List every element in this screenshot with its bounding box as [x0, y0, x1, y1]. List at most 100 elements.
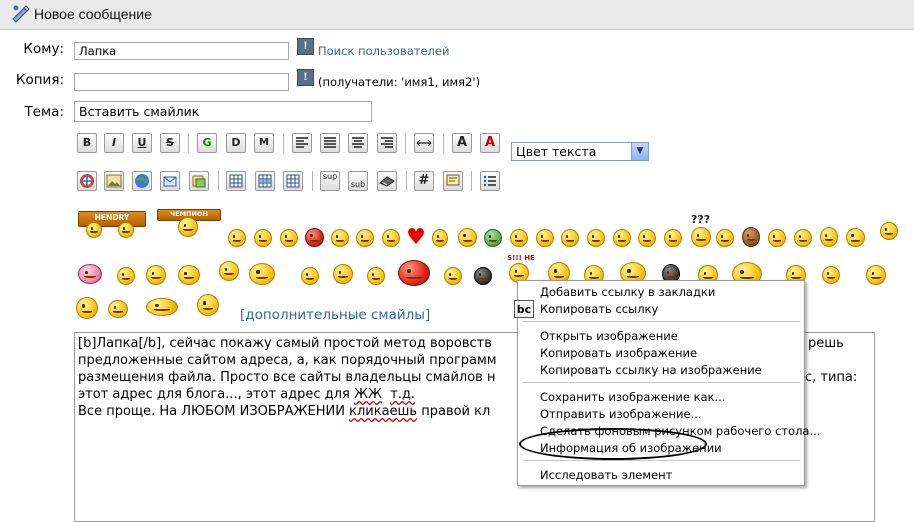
note-button[interactable] [443, 171, 463, 191]
menu-send-image[interactable]: Отправить изображение... [540, 407, 702, 421]
menu-save-image[interactable]: Сохранить изображение как... [540, 390, 725, 404]
smiley-icon[interactable] [866, 265, 886, 285]
code-button[interactable] [377, 171, 397, 191]
smiley-icon[interactable] [613, 229, 631, 247]
insert-flash-button[interactable] [77, 171, 97, 191]
menu-inspect-element[interactable]: Исследовать элемент [540, 468, 672, 482]
menu-copy-link[interactable]: Копировать ссылку [540, 302, 658, 316]
table-button[interactable] [226, 171, 246, 191]
smiley-icon[interactable] [458, 228, 477, 247]
smiley-icon[interactable] [178, 217, 198, 237]
m-button[interactable]: M [254, 133, 274, 153]
smiley-icon[interactable] [219, 261, 239, 281]
smiley-icon[interactable] [587, 229, 605, 247]
smiley-icon[interactable] [146, 265, 166, 285]
horizontal-rule-button[interactable] [414, 133, 434, 153]
g-button[interactable]: G [197, 133, 217, 153]
smiley-icon[interactable] [178, 265, 200, 285]
smiley-icon[interactable] [716, 229, 734, 247]
subject-label: Тема: [24, 104, 64, 120]
smiley-icon[interactable] [382, 229, 400, 247]
thumbs-down-icon[interactable] [794, 229, 812, 247]
italic-button[interactable]: I [104, 133, 124, 153]
sunglasses-smiley-icon[interactable] [846, 228, 865, 247]
smiley-icon[interactable] [691, 227, 711, 247]
devil-smiley-icon[interactable] [305, 228, 324, 247]
text-color-select[interactable]: Цвет текста ▼ [511, 142, 649, 161]
smiley-icon[interactable] [822, 266, 840, 284]
message-text [382, 387, 390, 402]
bold-button[interactable]: B [77, 133, 97, 153]
superscript-button[interactable]: sup [320, 171, 340, 191]
cc-input[interactable] [74, 73, 289, 91]
thumbs-up-icon[interactable] [768, 229, 786, 247]
smiley-icon[interactable] [86, 222, 102, 238]
insert-image-button[interactable] [104, 171, 124, 191]
hash-button[interactable]: # [414, 171, 434, 191]
table-cell-button[interactable] [283, 171, 303, 191]
bomb-icon[interactable] [474, 267, 492, 285]
smiley-icon[interactable] [638, 229, 656, 247]
to-label: Кому: [23, 41, 64, 57]
strike-button[interactable]: S [160, 133, 180, 153]
info-icon[interactable]: ! [297, 69, 314, 86]
heart-icon[interactable]: ♥ [406, 227, 426, 249]
menu-copy-image-link[interactable]: Копировать ссылку на изображение [540, 363, 762, 377]
table-row-button[interactable] [255, 171, 275, 191]
smiley-icon[interactable] [444, 267, 462, 285]
smiley-icon[interactable] [331, 229, 349, 247]
subscript-button[interactable]: sub [348, 171, 368, 191]
smiley-icon[interactable] [561, 229, 579, 247]
align-left-icon [296, 137, 308, 148]
smiley-icon[interactable] [820, 227, 838, 247]
insert-quote-button[interactable] [189, 171, 209, 191]
sick-smiley-icon[interactable] [484, 229, 502, 247]
font-color-button[interactable]: A [480, 133, 500, 153]
align-left-button[interactable] [292, 133, 312, 153]
align-center-button[interactable] [348, 133, 368, 153]
search-users-link[interactable]: Поиск пользователей [318, 44, 449, 58]
smiley-icon[interactable] [432, 229, 448, 247]
font-size-button[interactable]: A [452, 133, 472, 153]
smiley-icon[interactable] [76, 297, 98, 319]
smiley-icon[interactable] [254, 229, 272, 247]
devil-smiley-icon[interactable] [398, 260, 430, 286]
smiley-icon[interactable] [78, 264, 102, 284]
smiley-icon[interactable] [197, 294, 219, 316]
smiley-icon[interactable] [356, 229, 374, 247]
smiley-icon[interactable] [108, 300, 128, 318]
globe-icon [135, 174, 149, 188]
to-input[interactable]: Лапка [74, 42, 289, 60]
list-button[interactable] [480, 171, 500, 191]
smiley-icon[interactable] [367, 267, 385, 285]
d-button[interactable]: D [226, 133, 246, 153]
smiley-icon[interactable] [301, 267, 319, 285]
menu-bookmark-link[interactable]: Добавить ссылку в закладки [540, 285, 715, 299]
justify-button[interactable] [320, 133, 340, 153]
insert-link-button[interactable] [132, 171, 152, 191]
question-smiley-label: ??? [691, 213, 711, 226]
underline-button[interactable]: U [132, 133, 152, 153]
insert-email-button[interactable] [160, 171, 180, 191]
menu-open-image[interactable]: Открыть изображение [540, 329, 678, 343]
align-right-button[interactable] [377, 133, 397, 153]
bear-icon[interactable] [742, 227, 760, 247]
smiley-icon[interactable] [510, 229, 528, 247]
smiley-icon[interactable] [280, 229, 298, 247]
more-smileys-link[interactable]: [дополнительные смайлы] [240, 307, 430, 323]
subject-input[interactable]: Вставить смайлик [74, 101, 372, 122]
chevron-down-icon[interactable]: ▼ [631, 143, 648, 160]
info-icon[interactable]: ! [297, 38, 314, 55]
smiley-icon[interactable] [249, 263, 275, 285]
menu-copy-image[interactable]: Копировать изображение [540, 346, 697, 360]
message-line-1: [b]Лапка[/b], сейчас покажу самый просто… [78, 336, 492, 351]
smiley-icon[interactable] [118, 222, 134, 238]
message-line-3: размещения файла. Просто все сайты владе… [78, 370, 496, 385]
smiley-icon[interactable] [664, 229, 682, 247]
smiley-icon[interactable] [333, 264, 353, 284]
smiley-icon[interactable] [880, 222, 898, 240]
smiley-icon[interactable] [117, 267, 135, 285]
smiley-icon[interactable] [228, 229, 246, 247]
smiley-icon[interactable] [536, 229, 554, 247]
smiley-icon[interactable] [146, 298, 178, 316]
